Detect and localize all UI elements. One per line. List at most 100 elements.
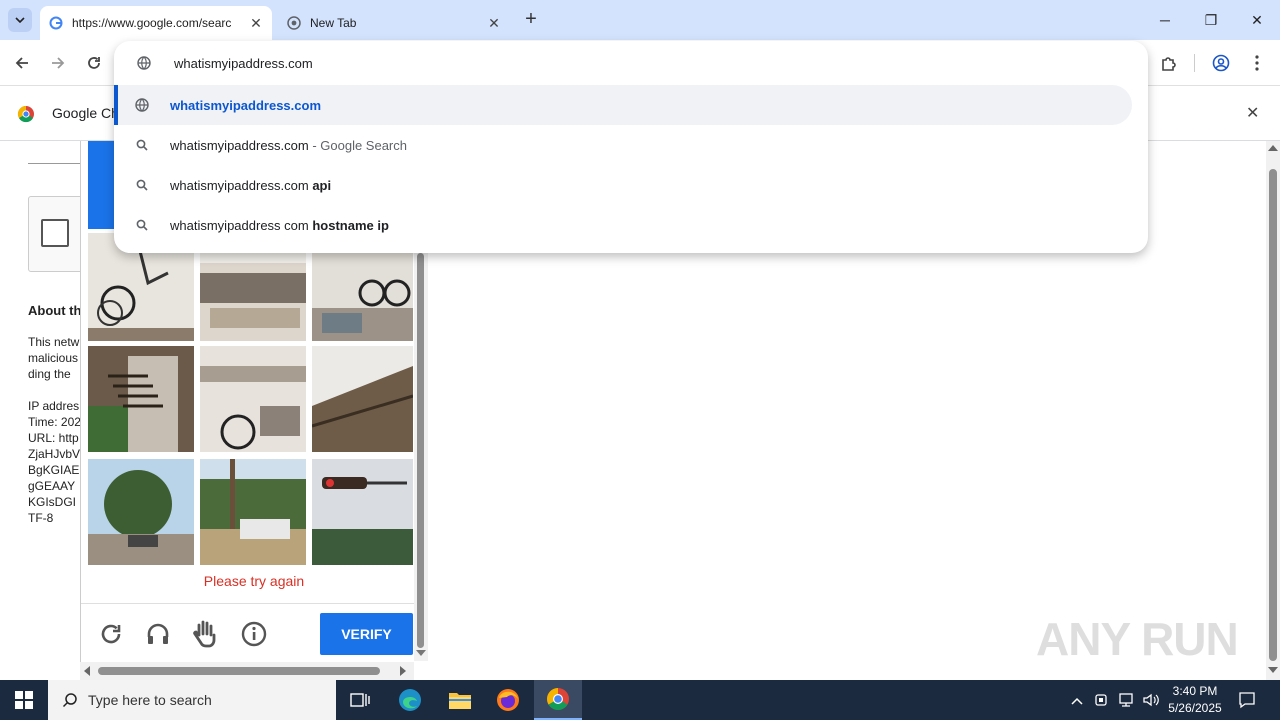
page-left-content: About th This netw malicious ding the IP…: [0, 141, 80, 681]
body-line: IP addres: [28, 399, 80, 413]
globe-icon: [114, 56, 174, 70]
scroll-down-arrow-icon[interactable]: [1268, 667, 1278, 673]
captcha-tile[interactable]: [200, 459, 306, 565]
audio-challenge-icon[interactable]: [145, 621, 171, 647]
suggestion-text: whatismyipaddress.com: [170, 177, 313, 193]
scroll-left-arrow-icon[interactable]: [84, 666, 90, 676]
body-line: Time: 202: [28, 415, 80, 429]
suggestion-bold: hostname ip: [312, 217, 389, 233]
scroll-down-arrow-icon[interactable]: [416, 650, 426, 656]
omnibox-input[interactable]: [174, 55, 1074, 71]
body-line: ZjaHJvbV: [28, 447, 80, 461]
globe-icon: [114, 98, 170, 112]
captcha-error-text: Please try again: [203, 573, 305, 589]
file-explorer-icon[interactable]: [436, 680, 484, 720]
suggestion-suffix: - Google Search: [308, 137, 407, 153]
reload-icon[interactable]: [81, 50, 107, 76]
chevron-down-icon: [15, 17, 25, 23]
reload-challenge-icon[interactable]: [98, 621, 124, 647]
info-icon[interactable]: [241, 621, 267, 647]
taskbar-search-placeholder: Type here to search: [88, 692, 212, 708]
page-vertical-scrollbar[interactable]: [1266, 141, 1280, 681]
tab-title: https://www.google.com/searc: [72, 16, 232, 30]
infobar-close-icon[interactable]: ✕: [1246, 103, 1259, 123]
suggestion-text: whatismyipaddress.com: [170, 137, 309, 153]
body-line: BgKGIAE: [28, 463, 80, 477]
omnibox-dropdown: whatismyipaddress.com whatismyipaddress.…: [114, 41, 1148, 253]
toolbar-divider: [1194, 54, 1195, 72]
body-line: malicious: [28, 351, 79, 365]
suggestion-item[interactable]: whatismyipaddress.com: [114, 85, 1132, 125]
chrome-taskbar-icon[interactable]: [534, 680, 582, 720]
network-icon[interactable]: [1118, 692, 1136, 711]
captcha-tile[interactable]: [312, 346, 418, 452]
scroll-up-arrow-icon[interactable]: [1268, 145, 1278, 151]
suggestion-item[interactable]: whatismyipaddress.com api: [114, 165, 1148, 205]
infobar-text: Google Ch: [52, 105, 119, 121]
windows-icon: [15, 691, 33, 709]
captcha-tile[interactable]: [312, 459, 418, 565]
hand-icon[interactable]: [191, 619, 221, 649]
search-icon: [114, 139, 170, 151]
google-icon: [48, 15, 64, 31]
suggestion-text: whatismyipaddress.com: [170, 97, 321, 113]
body-line: ding the: [28, 367, 71, 381]
start-button[interactable]: [0, 680, 48, 720]
forward-icon[interactable]: [45, 50, 71, 76]
scrollbar-thumb[interactable]: [417, 253, 424, 648]
captcha-header: [88, 141, 116, 229]
captcha-horizontal-scrollbar[interactable]: [80, 662, 414, 680]
search-icon: [114, 219, 170, 231]
clock-time[interactable]: 3:40 PM: [1166, 684, 1224, 698]
body-line: gGEAAY: [28, 479, 76, 493]
captcha-tile[interactable]: [88, 459, 194, 565]
meet-now-icon[interactable]: [1094, 692, 1110, 711]
profile-icon[interactable]: [1208, 50, 1234, 76]
search-icon: [62, 693, 77, 708]
recaptcha-checkbox[interactable]: [41, 219, 69, 247]
volume-icon[interactable]: [1142, 692, 1160, 711]
body-line: This netw: [28, 335, 80, 349]
back-icon[interactable]: [9, 50, 35, 76]
tab-search-button[interactable]: [8, 8, 32, 32]
chrome-icon: [286, 15, 302, 31]
verify-button[interactable]: VERIFY: [320, 613, 413, 655]
firefox-icon[interactable]: [484, 680, 532, 720]
tray-chevron-icon[interactable]: [1070, 694, 1084, 709]
restore-button[interactable]: ❐: [1188, 0, 1234, 40]
taskbar-search-box[interactable]: Type here to search: [48, 680, 336, 720]
taskbar: Type here to search 3:40 PM 5/26/2025: [0, 680, 1280, 720]
omnibox-row[interactable]: [114, 43, 1148, 83]
menu-icon[interactable]: [1244, 50, 1270, 76]
notification-icon[interactable]: [1238, 691, 1256, 712]
suggestion-item[interactable]: whatismyipaddress.com - Google Search: [114, 125, 1148, 165]
watermark: ANY RUN: [1036, 613, 1239, 665]
extensions-icon[interactable]: [1156, 50, 1182, 76]
close-tab-icon[interactable]: ✕: [486, 15, 502, 32]
captcha-tile[interactable]: [88, 346, 194, 452]
clock-date[interactable]: 5/26/2025: [1164, 701, 1226, 715]
body-line: TF-8: [28, 511, 54, 525]
tab-strip: https://www.google.com/searc ✕ New Tab ✕…: [0, 0, 1280, 40]
suggestion-text: whatismyipaddress com: [170, 217, 313, 233]
about-heading: About th: [28, 303, 80, 318]
edge-icon[interactable]: [386, 680, 434, 720]
close-window-button[interactable]: ✕: [1234, 0, 1280, 40]
body-line: KGIsDGI: [28, 495, 77, 509]
scrollbar-thumb[interactable]: [1269, 169, 1277, 661]
body-line: URL: http: [28, 431, 79, 445]
close-tab-icon[interactable]: ✕: [248, 15, 264, 32]
task-view-icon[interactable]: [336, 680, 384, 720]
suggestion-bold: api: [312, 177, 332, 193]
scroll-right-arrow-icon[interactable]: [400, 666, 406, 676]
captcha-tile[interactable]: [200, 346, 306, 452]
selection-indicator: [114, 85, 118, 125]
chrome-logo-icon: [17, 105, 35, 126]
scrollbar-thumb[interactable]: [98, 667, 380, 675]
suggestion-item[interactable]: whatismyipaddress com hostname ip: [114, 205, 1148, 245]
tab-new-tab[interactable]: New Tab ✕: [278, 6, 510, 40]
divider: [28, 163, 80, 164]
minimize-button[interactable]: ─: [1142, 0, 1188, 40]
new-tab-button[interactable]: +: [520, 8, 542, 32]
tab-google-search[interactable]: https://www.google.com/searc ✕: [40, 6, 272, 40]
